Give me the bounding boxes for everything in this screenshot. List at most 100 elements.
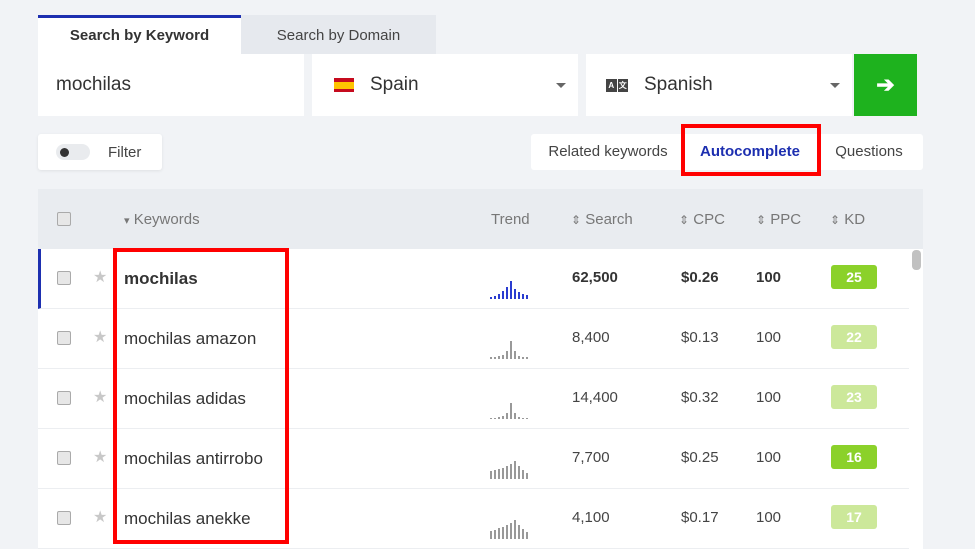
header-cpc[interactable]: ⇕ CPC [679,211,725,228]
row-checkbox[interactable] [57,331,71,345]
ppc-cell: 100 [756,269,782,286]
header-kd[interactable]: ⇕ KD [830,211,865,228]
trend-sparkline [490,457,544,479]
trend-sparkline [490,397,544,419]
search-volume-cell: 4,100 [572,509,610,526]
trend-bar [494,296,496,299]
trend-bar [502,416,504,419]
star-icon[interactable]: ★ [93,327,107,347]
header-ppc[interactable]: ⇕ PPC [756,211,801,228]
scrollbar-thumb[interactable] [912,250,921,270]
trend-bar [510,403,512,419]
tab-search-by-domain[interactable]: Search by Domain [241,15,436,54]
trend-bar [506,287,508,299]
trend-bar [514,461,516,479]
row-checkbox[interactable] [57,271,71,285]
trend-sparkline [490,517,544,539]
cpc-cell: $0.25 [681,449,719,466]
trend-bar [506,413,508,419]
trend-bar [494,530,496,539]
tab-related-keywords[interactable]: Related keywords [531,134,685,170]
tab-search-by-keyword[interactable]: Search by Keyword [38,15,241,54]
translate-icon: A文 [606,78,628,92]
search-volume-cell: 14,400 [572,389,618,406]
trend-bar [506,466,508,479]
trend-bar [506,525,508,539]
trend-bar [490,297,492,299]
trend-bar [526,418,528,419]
trend-bar [510,341,512,359]
trend-bar [502,355,504,359]
header-trend: Trend [491,211,530,228]
row-checkbox[interactable] [57,511,71,525]
trend-bar [522,357,524,359]
header-keywords[interactable]: ▾ Keywords [124,211,200,228]
trend-bar [522,470,524,479]
chevron-down-icon [830,83,840,88]
filter-toggle[interactable]: Filter [38,134,162,170]
trend-sparkline [490,277,544,299]
trend-bar [494,418,496,419]
language-select[interactable]: A文 Spanish [586,54,852,116]
row-checkbox[interactable] [57,451,71,465]
trend-bar [502,291,504,299]
trend-bar [518,356,520,359]
kd-badge: 16 [831,445,877,469]
trend-bar [490,418,492,419]
trend-bar [522,418,524,419]
star-icon[interactable]: ★ [93,507,107,527]
ppc-cell: 100 [756,509,782,526]
search-volume-cell: 8,400 [572,329,610,346]
trend-bar [514,413,516,419]
trend-bar [518,417,520,419]
toggle-switch[interactable] [56,144,90,160]
search-submit-button[interactable]: ➔ [854,54,917,116]
trend-bar [514,289,516,299]
trend-sparkline [490,337,544,359]
table-header: ▾ Keywords Trend ⇕ Search ⇕ CPC ⇕ PPC ⇕ … [38,189,923,249]
highlight-box-keywords [113,248,289,544]
trend-bar [502,527,504,539]
chevron-down-icon [556,83,566,88]
language-value: Spanish [644,74,713,95]
header-search[interactable]: ⇕ Search [571,211,633,228]
trend-bar [522,529,524,539]
ppc-cell: 100 [756,389,782,406]
scrollbar-track[interactable] [909,249,923,549]
filter-label: Filter [108,143,142,161]
kd-badge: 25 [831,265,877,289]
trend-bar [490,471,492,479]
trend-bar [498,528,500,539]
trend-bar [510,281,512,299]
trend-bar [498,294,500,299]
trend-bar [522,294,524,299]
select-all-checkbox[interactable] [57,212,71,226]
star-icon[interactable]: ★ [93,267,107,287]
trend-bar [498,469,500,479]
star-icon[interactable]: ★ [93,387,107,407]
spain-flag-icon [334,78,354,92]
search-bar: Spain A文 Spanish ➔ [38,54,923,116]
tab-questions[interactable]: Questions [815,134,923,170]
trend-bar [510,523,512,539]
trend-bar [526,295,528,299]
cpc-cell: $0.13 [681,329,719,346]
row-checkbox[interactable] [57,391,71,405]
country-select[interactable]: Spain [312,54,578,116]
ppc-cell: 100 [756,329,782,346]
trend-bar [518,466,520,479]
trend-bar [518,292,520,299]
arrow-right-icon: ➔ [876,72,895,97]
star-icon[interactable]: ★ [93,447,107,467]
keyword-input[interactable] [38,54,304,116]
search-volume-cell: 62,500 [572,269,618,286]
search-volume-cell: 7,700 [572,449,610,466]
trend-bar [514,351,516,359]
trend-bar [526,357,528,359]
search-mode-tabs: Search by Keyword Search by Domain [38,15,436,54]
cpc-cell: $0.32 [681,389,719,406]
kd-badge: 17 [831,505,877,529]
trend-bar [494,357,496,359]
highlight-box-autocomplete [681,124,821,176]
trend-bar [498,356,500,359]
